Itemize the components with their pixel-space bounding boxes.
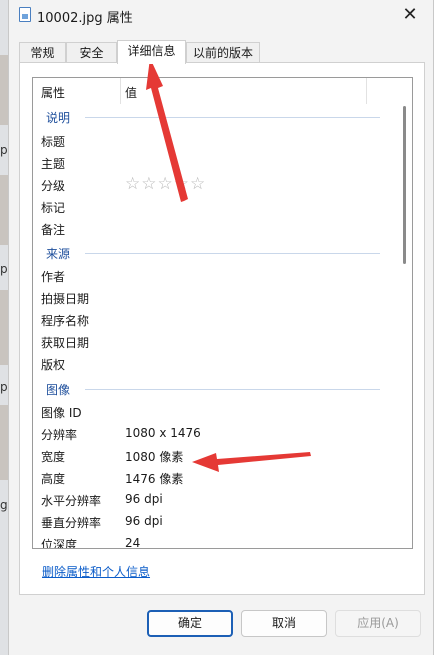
- property-value: 1080 x 1476: [125, 426, 201, 440]
- background-filename-fragment: g: [0, 498, 8, 512]
- group-label: 说明: [46, 111, 71, 125]
- property-name: 程序名称: [41, 314, 90, 328]
- property-name: 位深度: [41, 538, 78, 549]
- title-bar[interactable]: 10002.jpg 属性 ✕: [9, 0, 433, 30]
- property-name: 垂直分辨率: [41, 516, 102, 530]
- group-divider: [85, 389, 380, 390]
- property-list[interactable]: 属性 值 说明 标题 主题 分级 ☆☆☆☆☆ 标记 备注 来源 作者 拍摄日期 …: [32, 77, 413, 549]
- property-name: 宽度: [41, 450, 66, 464]
- property-row[interactable]: 水平分辨率 96 dpi: [33, 489, 388, 511]
- group-origin: 来源: [33, 244, 388, 262]
- tab-general[interactable]: 常规: [19, 42, 66, 63]
- scrollbar-thumb[interactable]: [403, 106, 406, 264]
- property-name: 分辨率: [41, 428, 78, 442]
- property-value: 96 dpi: [125, 514, 163, 528]
- cancel-button[interactable]: 取消: [241, 610, 327, 637]
- property-row[interactable]: 高度 1476 像素: [33, 467, 388, 489]
- window-title: 10002.jpg 属性: [37, 11, 133, 26]
- details-panel: 属性 值 说明 标题 主题 分级 ☆☆☆☆☆ 标记 备注 来源 作者 拍摄日期 …: [19, 62, 425, 595]
- property-row[interactable]: 标记: [33, 196, 388, 218]
- property-name: 作者: [41, 270, 66, 284]
- property-row[interactable]: 分辨率 1080 x 1476: [33, 423, 388, 445]
- property-row[interactable]: 程序名称: [33, 309, 388, 331]
- group-label: 图像: [46, 383, 71, 397]
- property-row[interactable]: 垂直分辨率 96 dpi: [33, 511, 388, 533]
- rating-stars[interactable]: ☆☆☆☆☆: [125, 174, 206, 194]
- property-row[interactable]: 图像 ID: [33, 401, 388, 423]
- remove-properties-link[interactable]: 删除属性和个人信息: [42, 563, 150, 580]
- tab-security[interactable]: 安全: [66, 42, 117, 63]
- property-value: 1080 像素: [125, 450, 184, 464]
- properties-dialog: 10002.jpg 属性 ✕ 常规 安全 详细信息 以前的版本 属性 值 说明 …: [8, 0, 434, 655]
- column-header-value[interactable]: 值: [125, 84, 137, 101]
- property-name: 拍摄日期: [41, 292, 90, 306]
- property-row[interactable]: 位深度 24: [33, 533, 388, 549]
- image-file-icon: [19, 7, 31, 22]
- group-description: 说明: [33, 108, 388, 126]
- property-name: 标记: [41, 201, 66, 215]
- property-row[interactable]: 备注: [33, 218, 388, 240]
- ok-button[interactable]: 确定: [147, 610, 233, 637]
- column-divider[interactable]: [366, 78, 367, 104]
- vertical-scrollbar[interactable]: [403, 106, 407, 546]
- list-header: 属性 值: [33, 78, 412, 104]
- property-name: 版权: [41, 358, 66, 372]
- property-name: 备注: [41, 223, 66, 237]
- group-divider: [85, 117, 380, 118]
- column-divider[interactable]: [120, 78, 121, 104]
- property-row[interactable]: 获取日期: [33, 331, 388, 353]
- property-row[interactable]: 拍摄日期: [33, 287, 388, 309]
- property-name: 图像 ID: [41, 406, 82, 420]
- property-row[interactable]: 版权: [33, 353, 388, 375]
- group-label: 来源: [46, 247, 71, 261]
- tab-previous-versions[interactable]: 以前的版本: [186, 42, 260, 63]
- property-value: 96 dpi: [125, 492, 163, 506]
- close-button[interactable]: ✕: [397, 2, 423, 28]
- property-row[interactable]: 分级 ☆☆☆☆☆: [33, 174, 388, 196]
- apply-button[interactable]: 应用(A): [335, 610, 421, 637]
- property-row[interactable]: 作者: [33, 265, 388, 287]
- tab-details[interactable]: 详细信息: [117, 40, 186, 64]
- property-value: 24: [125, 536, 141, 549]
- property-name: 高度: [41, 472, 66, 486]
- group-image: 图像: [33, 380, 388, 398]
- property-value: 1476 像素: [125, 472, 184, 486]
- property-name: 获取日期: [41, 336, 90, 350]
- property-name: 水平分辨率: [41, 494, 102, 508]
- property-row[interactable]: 宽度 1080 像素: [33, 445, 388, 467]
- property-row[interactable]: 主题: [33, 152, 388, 174]
- group-divider: [85, 253, 380, 254]
- property-name: 分级: [41, 179, 66, 193]
- property-name: 标题: [41, 135, 66, 149]
- column-header-property[interactable]: 属性: [41, 84, 65, 101]
- property-name: 主题: [41, 157, 66, 171]
- property-row[interactable]: 标题: [33, 130, 388, 152]
